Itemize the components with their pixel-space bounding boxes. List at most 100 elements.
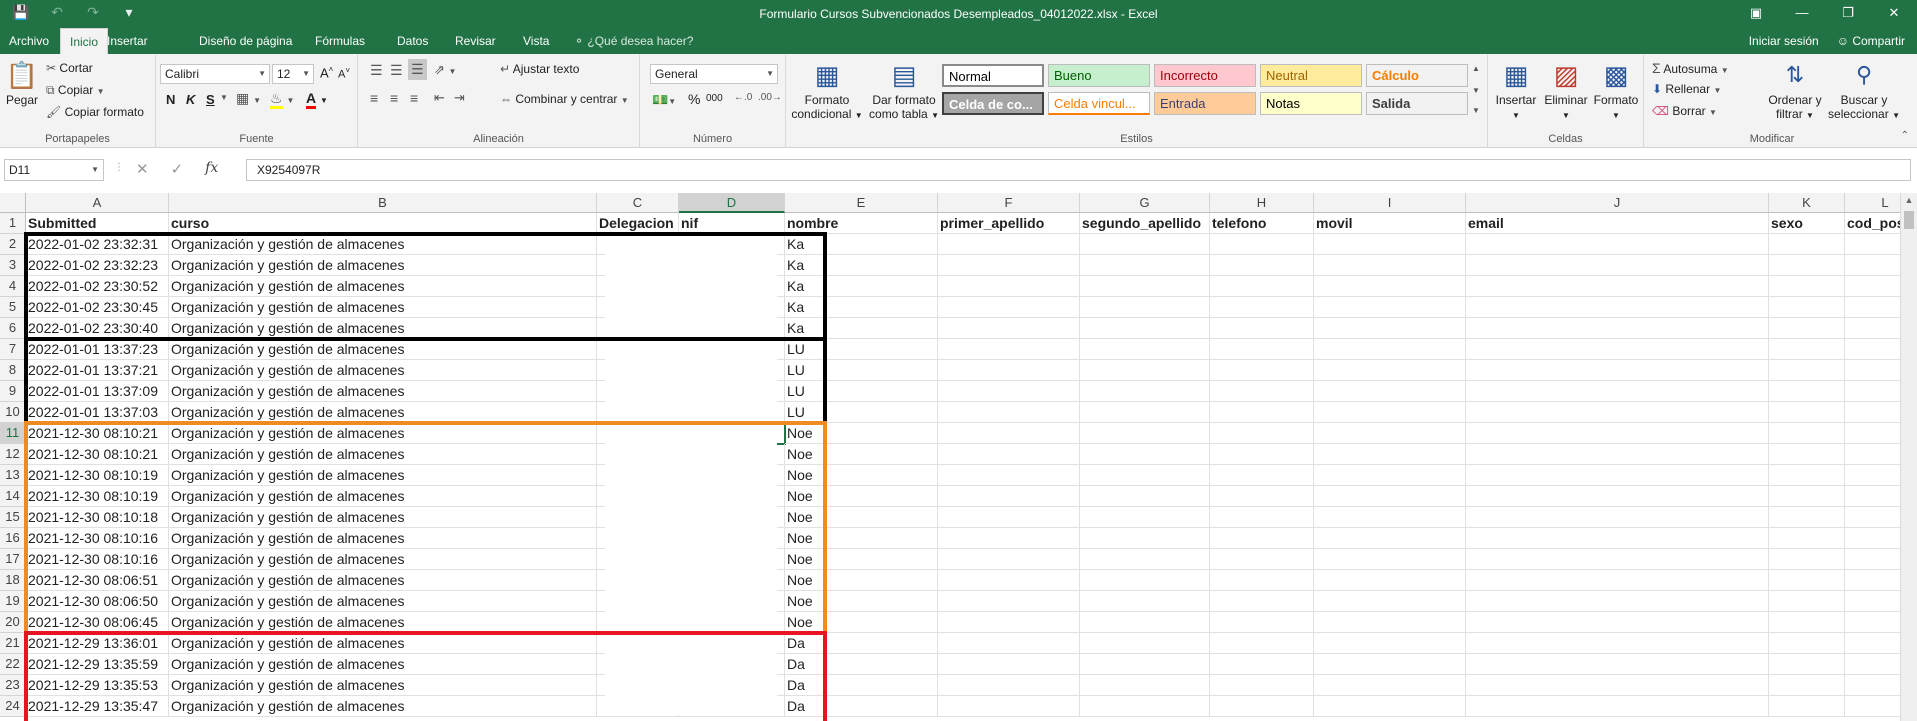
- row-header-6[interactable]: 6: [0, 318, 26, 339]
- cell-b14[interactable]: Organización y gestión de almacenes: [169, 486, 597, 507]
- cell-h21[interactable]: [1210, 633, 1314, 654]
- name-box[interactable]: D11 ▼: [4, 159, 104, 181]
- formula-input[interactable]: X9254097R: [246, 159, 1911, 181]
- cell-h12[interactable]: [1210, 444, 1314, 465]
- row-header-13[interactable]: 13: [0, 465, 26, 486]
- cell-i5[interactable]: [1314, 297, 1466, 318]
- cell-i20[interactable]: [1314, 612, 1466, 633]
- cell-g9[interactable]: [1080, 381, 1210, 402]
- cell-f9[interactable]: [938, 381, 1080, 402]
- cell-j4[interactable]: [1466, 276, 1769, 297]
- cell-f8[interactable]: [938, 360, 1080, 381]
- style-2[interactable]: Incorrecto: [1154, 64, 1256, 87]
- scroll-up-icon[interactable]: ▲: [1901, 195, 1917, 205]
- cell-e24[interactable]: Da: [785, 696, 938, 717]
- cell-b11[interactable]: Organización y gestión de almacenes: [169, 423, 597, 444]
- cell-j10[interactable]: [1466, 402, 1769, 423]
- cell-k11[interactable]: [1769, 423, 1845, 444]
- cell-a18[interactable]: 2021-12-30 08:06:51: [26, 570, 169, 591]
- cell-j19[interactable]: [1466, 591, 1769, 612]
- cell-i13[interactable]: [1314, 465, 1466, 486]
- cell-i17[interactable]: [1314, 549, 1466, 570]
- cell-k20[interactable]: [1769, 612, 1845, 633]
- cell-h22[interactable]: [1210, 654, 1314, 675]
- cell-i10[interactable]: [1314, 402, 1466, 423]
- cell-a17[interactable]: 2021-12-30 08:10:16: [26, 549, 169, 570]
- fill-button[interactable]: ⬇ Rellenar ▼: [1652, 82, 1721, 96]
- cell-g20[interactable]: [1080, 612, 1210, 633]
- cell-b16[interactable]: Organización y gestión de almacenes: [169, 528, 597, 549]
- cell-f21[interactable]: [938, 633, 1080, 654]
- row-header-8[interactable]: 8: [0, 360, 26, 381]
- cell-k9[interactable]: [1769, 381, 1845, 402]
- align-center-icon[interactable]: ≡: [390, 90, 398, 106]
- cell-i23[interactable]: [1314, 675, 1466, 696]
- column-header-d[interactable]: D: [679, 193, 785, 213]
- row-header-21[interactable]: 21: [0, 633, 26, 654]
- cell-l6[interactable]: [1845, 318, 1900, 339]
- cell-j13[interactable]: [1466, 465, 1769, 486]
- cell-k15[interactable]: [1769, 507, 1845, 528]
- cell-i15[interactable]: [1314, 507, 1466, 528]
- cell-a1[interactable]: Submitted: [26, 213, 169, 234]
- cell-i9[interactable]: [1314, 381, 1466, 402]
- cell-l12[interactable]: [1845, 444, 1900, 465]
- cell-g8[interactable]: [1080, 360, 1210, 381]
- cell-h8[interactable]: [1210, 360, 1314, 381]
- cell-l19[interactable]: [1845, 591, 1900, 612]
- format-painter-button[interactable]: 🖌 Copiar formato: [46, 105, 144, 119]
- thousands-button[interactable]: 000: [706, 93, 723, 104]
- font-size-select[interactable]: 12 ▼: [272, 64, 314, 84]
- increase-indent-icon[interactable]: ⇥: [454, 90, 465, 106]
- cell-a10[interactable]: 2022-01-01 13:37:03: [26, 402, 169, 423]
- cell-f13[interactable]: [938, 465, 1080, 486]
- cell-g19[interactable]: [1080, 591, 1210, 612]
- cell-l16[interactable]: [1845, 528, 1900, 549]
- cell-i11[interactable]: [1314, 423, 1466, 444]
- cell-f11[interactable]: [938, 423, 1080, 444]
- cell-e12[interactable]: Noe: [785, 444, 938, 465]
- cell-g18[interactable]: [1080, 570, 1210, 591]
- cell-k13[interactable]: [1769, 465, 1845, 486]
- cell-a16[interactable]: 2021-12-30 08:10:16: [26, 528, 169, 549]
- row-header-22[interactable]: 22: [0, 654, 26, 675]
- cell-j5[interactable]: [1466, 297, 1769, 318]
- find-select-button[interactable]: ⚲ Buscar y seleccionar ▼: [1828, 60, 1900, 123]
- cell-h24[interactable]: [1210, 696, 1314, 717]
- row-header-17[interactable]: 17: [0, 549, 26, 570]
- cell-k22[interactable]: [1769, 654, 1845, 675]
- cell-f5[interactable]: [938, 297, 1080, 318]
- column-header-k[interactable]: K: [1769, 193, 1845, 213]
- cell-g14[interactable]: [1080, 486, 1210, 507]
- cell-f22[interactable]: [938, 654, 1080, 675]
- cell-h17[interactable]: [1210, 549, 1314, 570]
- cell-l17[interactable]: [1845, 549, 1900, 570]
- tab-datos[interactable]: Datos: [388, 28, 437, 54]
- cell-h3[interactable]: [1210, 255, 1314, 276]
- style-4[interactable]: Cálculo: [1366, 64, 1468, 87]
- style-9[interactable]: Salida: [1366, 92, 1468, 115]
- cell-l18[interactable]: [1845, 570, 1900, 591]
- cell-g6[interactable]: [1080, 318, 1210, 339]
- cell-g22[interactable]: [1080, 654, 1210, 675]
- column-header-e[interactable]: E: [785, 193, 938, 213]
- column-header-f[interactable]: F: [938, 193, 1080, 213]
- cell-j23[interactable]: [1466, 675, 1769, 696]
- cell-f3[interactable]: [938, 255, 1080, 276]
- restore-icon[interactable]: ❐: [1825, 0, 1871, 28]
- cell-h19[interactable]: [1210, 591, 1314, 612]
- cell-f19[interactable]: [938, 591, 1080, 612]
- share-button[interactable]: ☺ Compartir: [1837, 28, 1905, 54]
- cell-f4[interactable]: [938, 276, 1080, 297]
- ribbon-options-icon[interactable]: ▣: [1733, 0, 1779, 28]
- paste-button[interactable]: 📋 Pegar: [4, 60, 40, 107]
- cell-h2[interactable]: [1210, 234, 1314, 255]
- cell-c1[interactable]: Delegacion: [597, 213, 679, 234]
- close-icon[interactable]: ✕: [1871, 0, 1917, 28]
- cell-a14[interactable]: 2021-12-30 08:10:19: [26, 486, 169, 507]
- cell-j20[interactable]: [1466, 612, 1769, 633]
- cell-i24[interactable]: [1314, 696, 1466, 717]
- cell-l2[interactable]: [1845, 234, 1900, 255]
- cancel-icon[interactable]: ✕: [136, 160, 149, 178]
- bold-button[interactable]: N: [166, 92, 175, 107]
